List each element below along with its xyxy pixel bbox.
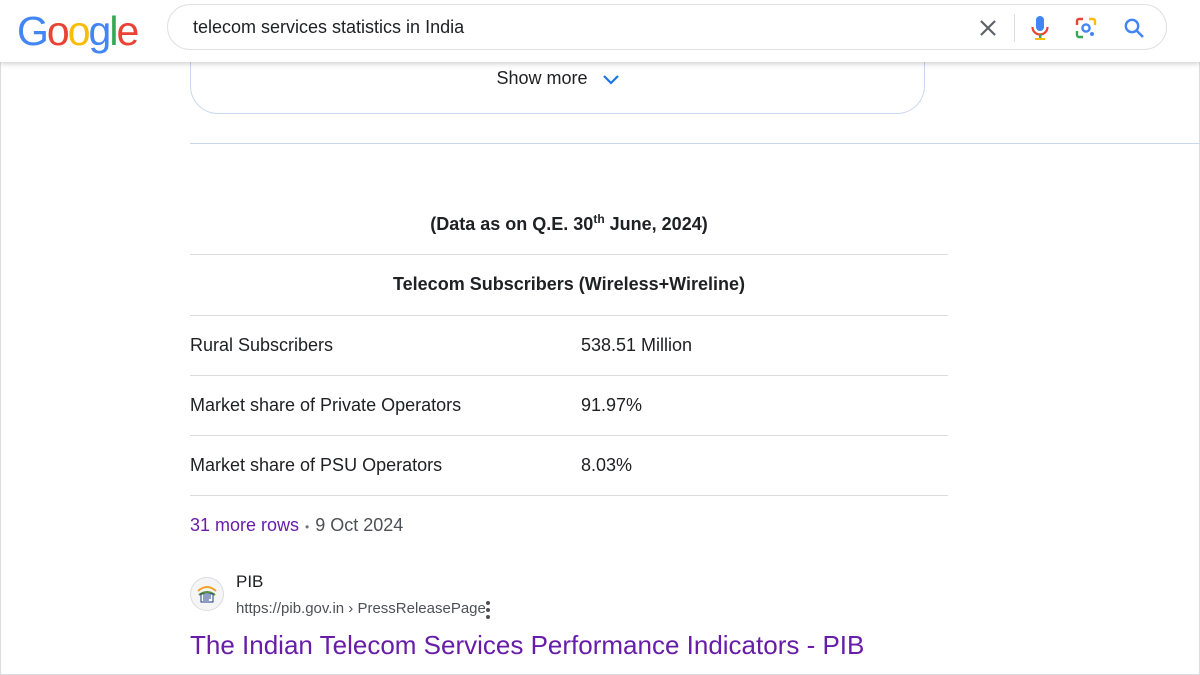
snippet-date-caption: (Data as on Q.E. 30th June, 2024) (190, 212, 948, 235)
table-cell-label: Market share of PSU Operators (190, 455, 443, 475)
more-options-icon[interactable] (480, 598, 496, 622)
table-cell-label: Rural Subscribers (190, 335, 334, 355)
table-heading: Telecom Subscribers (Wireless+Wireline) (393, 274, 745, 294)
lens-icon[interactable] (1072, 14, 1100, 42)
clear-icon[interactable] (974, 14, 1002, 42)
logo-letter: o (67, 8, 91, 54)
logo-letter: l (109, 8, 118, 54)
search-header: Google telecom services statistics in In… (0, 0, 1200, 62)
result-title-link[interactable]: The Indian Telecom Services Performance … (190, 630, 864, 661)
chevron-down-icon (602, 69, 619, 90)
more-rows-line: 31 more rows • 9 Oct 2024 (190, 515, 403, 536)
source-site-name[interactable]: PIB (236, 572, 263, 592)
section-divider (190, 143, 1200, 144)
date-sup: th (593, 212, 605, 226)
more-rows-link[interactable]: 31 more rows (190, 515, 299, 535)
date-prefix: (Data as on Q.E. 30 (430, 214, 594, 234)
microphone-icon[interactable] (1026, 14, 1054, 42)
table-divider (190, 375, 948, 376)
search-input[interactable]: telecom services statistics in India (193, 17, 464, 38)
logo-letter: G (17, 8, 49, 54)
table-cell-value: 538.51 Million (581, 335, 693, 355)
table-divider (190, 435, 948, 436)
logo-letter: g (88, 8, 112, 54)
table-cell-value: 91.97% (581, 395, 643, 415)
table-cell-value: 8.03% (581, 455, 633, 475)
search-icon[interactable] (1120, 14, 1148, 42)
pib-favicon-icon[interactable] (190, 577, 224, 611)
search-box[interactable]: telecom services statistics in India (167, 4, 1167, 50)
search-divider (1014, 14, 1015, 42)
logo-letter: o (46, 8, 70, 54)
table-cell-label: Market share of Private Operators (190, 395, 462, 415)
table-divider (190, 315, 948, 316)
source-url[interactable]: https://pib.gov.in › PressReleasePage (236, 600, 486, 617)
table-divider (190, 495, 948, 496)
date-suffix: June, 2024) (604, 214, 708, 234)
snippet-date: 9 Oct 2024 (315, 515, 404, 535)
google-logo[interactable]: Google (17, 5, 139, 57)
table-divider (190, 254, 948, 255)
show-more-label: Show more (496, 68, 588, 88)
bullet-separator: • (305, 520, 310, 534)
logo-letter: e (116, 8, 139, 54)
